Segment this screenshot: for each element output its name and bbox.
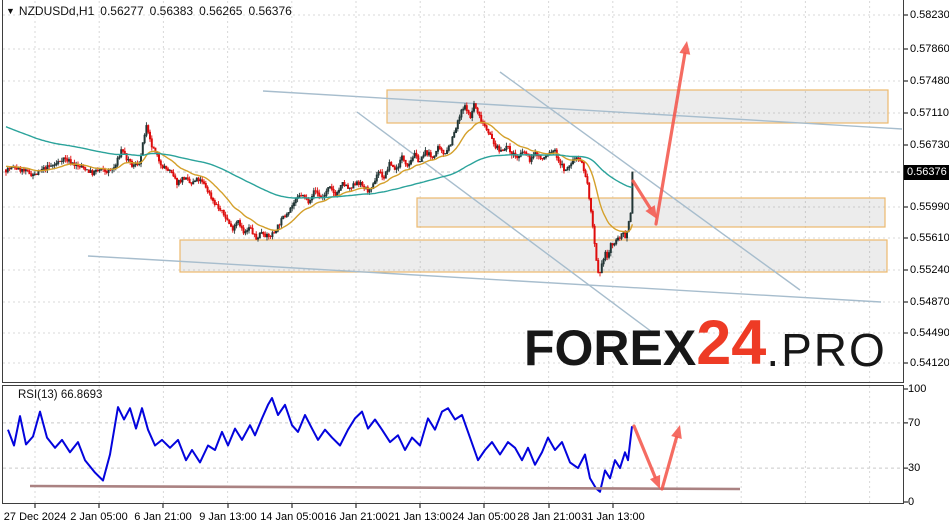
ohlc-high: 0.56383 (149, 4, 194, 18)
rsi-line (7, 397, 633, 493)
upper-supply-zone[interactable] (386, 89, 889, 124)
watermark-forex: FOREX (524, 320, 697, 377)
watermark-24: 24 (696, 308, 767, 378)
time-tick-label: 14 Jan 05:00 (260, 511, 324, 523)
time-tick-label: 16 Jan 21:00 (324, 511, 388, 523)
symbol-timeframe: NZDUSDd,H1 (18, 4, 95, 18)
symbol-marker-icon[interactable]: ▼ (6, 6, 15, 16)
price-tick-label: 0.56730 (910, 139, 949, 151)
price-tick-label: 0.57860 (910, 43, 949, 55)
watermark-pro: .PRO (766, 323, 887, 376)
ohlc-low: 0.56265 (199, 4, 243, 18)
chart-window: FOREX 24 .PRO ▼ NZDUSDd,H1 0.56277 0.56383 0.5… (0, 0, 949, 531)
slow-ma-teal[interactable] (5, 126, 633, 199)
time-tick-label: 21 Jan 13:00 (388, 511, 452, 523)
rsi-indicator-label: RSI(13) 66.8693 (18, 389, 103, 401)
price-tick-label: 0.58230 (910, 9, 949, 21)
price-tick-label: 0.57480 (910, 75, 949, 87)
price-tick-label: 0.55990 (910, 201, 949, 213)
rsi-tick-label: 100 (908, 383, 927, 395)
rsi-tick-label: 70 (908, 416, 921, 429)
time-tick-label: 24 Jan 05:00 (452, 511, 516, 523)
middle-zone[interactable] (416, 197, 886, 228)
rsi-layer (7, 397, 741, 493)
ohlc-open: 0.56277 (100, 4, 144, 18)
price-tick-label: 0.54120 (910, 357, 949, 369)
forex24-watermark: FOREX 24 .PRO (524, 308, 887, 378)
ohlc-close: 0.56376 (248, 4, 292, 18)
time-tick-label: 2 Jan 05:00 (70, 511, 128, 523)
chart-title: ▼ NZDUSDd,H1 0.56277 0.56383 0.56265 0.56376 (6, 4, 298, 18)
price-tick-label: 0.55610 (910, 232, 949, 244)
current-price-tag: 0.56376 (904, 165, 949, 180)
price-tick-label: 0.57110 (910, 107, 949, 119)
time-tick-label: 31 Jan 13:00 (581, 511, 645, 523)
price-tick-label: 0.54870 (910, 296, 949, 308)
time-tick-label: 28 Jan 21:00 (517, 511, 581, 523)
time-tick-label: 6 Jan 21:00 (134, 511, 192, 523)
time-tick-label: 9 Jan 13:00 (199, 511, 257, 523)
price-tick-label: 0.54490 (910, 327, 949, 339)
price-tick-label: 0.55240 (910, 264, 949, 276)
rsi-tick-label: 0 (908, 496, 915, 508)
time-tick-label: 27 Dec 2024 (3, 511, 67, 523)
chart-canvas[interactable] (0, 0, 949, 531)
rsi-support-trendline[interactable] (29, 484, 741, 491)
rsi-tick-label: 30 (908, 462, 921, 475)
